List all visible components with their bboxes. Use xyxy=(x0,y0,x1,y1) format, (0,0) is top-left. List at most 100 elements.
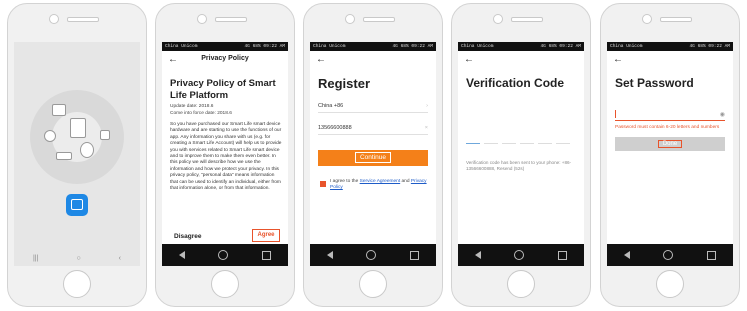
home-nav-icon[interactable] xyxy=(366,250,377,260)
carrier-text: China Unicom xyxy=(461,44,494,49)
phone-frame-password: China Unicom 4G 68% 09:22 AM ← Set Passw… xyxy=(600,3,740,307)
done-button[interactable]: Done xyxy=(615,137,725,151)
password-screen: China Unicom 4G 68% 09:22 AM ← Set Passw… xyxy=(607,42,733,266)
agreement-text: I agree to the Service Agreement and Pri… xyxy=(330,179,430,191)
back-nav-icon[interactable] xyxy=(623,251,630,259)
status-icons-text: 4G 68% 09:22 AM xyxy=(540,44,581,49)
page-title: Set Password xyxy=(615,76,694,90)
status-icons-text: 4G 68% 09:22 AM xyxy=(689,44,730,49)
home-button[interactable] xyxy=(656,270,684,298)
clear-icon[interactable]: × xyxy=(425,122,428,134)
router-device-icon xyxy=(56,152,72,160)
phone-frame-splash: ||| ○ ‹ xyxy=(7,3,147,307)
home-nav-icon[interactable] xyxy=(514,250,525,260)
illustration-circle xyxy=(30,90,124,184)
bulb-device-icon xyxy=(80,142,94,158)
speaker xyxy=(363,17,395,22)
phone-frame-verification: China Unicom 4G 68% 09:22 AM ← Verificat… xyxy=(451,3,591,307)
android-nav-bar xyxy=(458,244,584,266)
recents-nav-icon[interactable] xyxy=(262,250,272,260)
back-arrow-icon[interactable]: ← xyxy=(613,54,623,65)
status-bar: China Unicom 4G 68% 09:22 AM xyxy=(607,42,733,51)
status-icons-text: 4G 68% 09:22 AM xyxy=(244,44,285,49)
chevron-right-icon: › xyxy=(426,103,428,109)
carrier-text: China Unicom xyxy=(313,44,346,49)
home-button[interactable] xyxy=(359,270,387,298)
policy-title: Privacy Policy of Smart Life Platform xyxy=(170,78,276,101)
socket-device-icon xyxy=(44,130,56,142)
code-digit-2[interactable] xyxy=(484,143,498,144)
phone-frame-register: China Unicom 4G 68% 09:22 AM ← Register … xyxy=(303,3,443,307)
code-digit-5[interactable] xyxy=(538,143,552,144)
verification-screen: China Unicom 4G 68% 09:22 AM ← Verificat… xyxy=(458,42,584,266)
home-button[interactable] xyxy=(507,270,535,298)
recents-nav-icon[interactable] xyxy=(410,250,420,260)
menu-nav-icon[interactable]: ||| xyxy=(33,255,38,262)
page-header: Privacy Policy xyxy=(201,55,249,62)
code-digit-1[interactable] xyxy=(466,143,480,144)
agree-checkbox[interactable] xyxy=(320,181,326,187)
country-value: China +86 xyxy=(318,103,344,109)
page-title: Register xyxy=(318,76,371,91)
eye-icon[interactable]: ◉ xyxy=(720,111,725,118)
camera xyxy=(49,14,59,24)
agree-prefix: I agree to the xyxy=(330,179,359,184)
back-nav-icon[interactable] xyxy=(178,251,185,259)
phone-input[interactable]: 13566600888 × xyxy=(318,122,428,135)
disagree-button[interactable]: Disagree xyxy=(174,233,201,240)
carrier-text: China Unicom xyxy=(165,44,198,49)
effective-date: Come into force date: 2018.6 xyxy=(170,110,232,116)
code-digit-4[interactable] xyxy=(520,143,534,144)
camera xyxy=(493,14,503,24)
country-select[interactable]: China +86 › xyxy=(318,100,428,113)
speaker xyxy=(215,17,247,22)
back-arrow-icon[interactable]: ← xyxy=(316,54,326,65)
back-nav-icon[interactable]: ‹ xyxy=(119,255,121,262)
phone-value: 13566600888 xyxy=(318,125,352,131)
camera xyxy=(345,14,355,24)
camera xyxy=(642,14,652,24)
policy-dates: Update date: 2018.6 Come into force date… xyxy=(170,104,232,117)
agree-button[interactable]: Agree xyxy=(252,229,280,242)
password-error: Password must contain 6-20 letters and n… xyxy=(615,125,720,130)
policy-body: So you have purchased our Smart Life sma… xyxy=(170,122,282,192)
continue-button[interactable]: Continue xyxy=(318,150,428,166)
home-button[interactable] xyxy=(63,270,91,298)
small-device-icon xyxy=(100,130,110,140)
code-digit-3[interactable] xyxy=(502,143,516,144)
speaker xyxy=(511,17,543,22)
back-arrow-icon[interactable]: ← xyxy=(464,54,474,65)
back-nav-icon[interactable] xyxy=(326,251,333,259)
home-nav-icon[interactable] xyxy=(218,250,229,260)
recents-nav-icon[interactable] xyxy=(707,250,717,260)
status-bar: China Unicom 4G 68% 09:22 AM xyxy=(458,42,584,51)
android-nav-bar xyxy=(162,244,288,266)
and-text: and xyxy=(401,179,410,184)
android-nav-bar xyxy=(607,244,733,266)
recents-nav-icon[interactable] xyxy=(558,250,568,260)
back-nav-icon[interactable] xyxy=(474,251,481,259)
page-title: Verification Code xyxy=(466,76,565,90)
speaker xyxy=(660,17,692,22)
splash-nav-bar: ||| ○ ‹ xyxy=(14,251,140,265)
home-nav-icon[interactable] xyxy=(663,250,674,260)
home-nav-icon[interactable]: ○ xyxy=(76,255,80,262)
service-agreement-link[interactable]: Service Agreement xyxy=(360,179,401,184)
home-button[interactable] xyxy=(211,270,239,298)
privacy-screen: China Unicom 4G 68% 09:22 AM ← Privacy P… xyxy=(162,42,288,266)
code-digit-6[interactable] xyxy=(556,143,570,144)
password-input[interactable]: ◉ xyxy=(615,108,725,121)
app-logo-icon xyxy=(66,194,88,216)
tablet-device-icon xyxy=(70,118,86,138)
text-cursor xyxy=(615,110,616,118)
android-nav-bar xyxy=(310,244,436,266)
status-bar: China Unicom 4G 68% 09:22 AM xyxy=(162,42,288,51)
register-screen: China Unicom 4G 68% 09:22 AM ← Register … xyxy=(310,42,436,266)
status-bar: China Unicom 4G 68% 09:22 AM xyxy=(310,42,436,51)
carrier-text: China Unicom xyxy=(610,44,643,49)
verification-info: Verification code has been sent to your … xyxy=(466,160,572,171)
done-label: Done xyxy=(657,140,683,148)
speaker xyxy=(67,17,99,22)
phone-frame-privacy: China Unicom 4G 68% 09:22 AM ← Privacy P… xyxy=(155,3,295,307)
camera xyxy=(197,14,207,24)
